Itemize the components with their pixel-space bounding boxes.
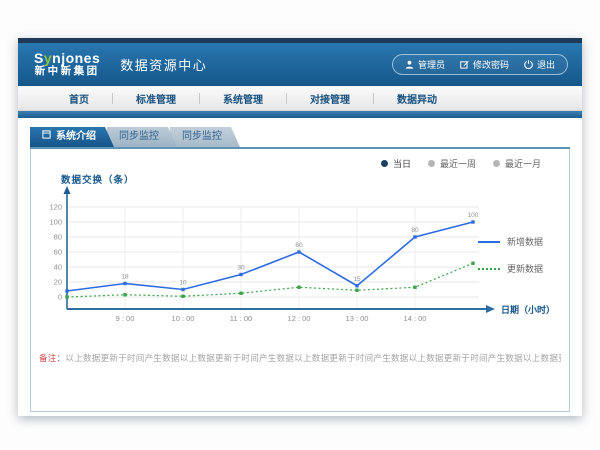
- radio-last-week[interactable]: 最近一周: [428, 157, 476, 170]
- document-icon: [42, 127, 51, 147]
- nav-item-system-mgmt[interactable]: 系统管理: [200, 91, 286, 106]
- radio-dot: [381, 160, 388, 167]
- legend-label: 新增数据: [507, 235, 543, 248]
- app-header: Synjones 新中新集团 数据资源中心 管理员 修改密码: [18, 43, 582, 86]
- svg-text:80: 80: [411, 227, 419, 234]
- svg-text:100: 100: [468, 212, 479, 219]
- edit-icon: [460, 60, 469, 69]
- admin-user-label: 管理员: [418, 58, 445, 71]
- svg-text:14 : 00: 14 : 00: [404, 314, 427, 323]
- svg-text:日期（小时）: 日期（小时）: [501, 304, 555, 315]
- tab-label: 同步监控: [182, 131, 222, 142]
- tab-sync-monitor-2[interactable]: 同步监控: [170, 127, 240, 147]
- dotted-line-swatch: [478, 268, 500, 270]
- chart-legend: 新增数据 更新数据: [478, 235, 543, 275]
- nav-item-home[interactable]: 首页: [46, 91, 112, 106]
- legend-item-new-data[interactable]: 新增数据: [478, 235, 543, 248]
- main-nav: 首页 标准管理 系统管理 对接管理 数据异动: [18, 86, 582, 111]
- legend-item-update-data[interactable]: 更新数据: [478, 262, 543, 275]
- radio-label: 最近一周: [440, 157, 476, 170]
- solid-line-swatch: [478, 241, 500, 243]
- content-area: 系统介绍 同步监控 同步监控 当日 最近一周: [18, 118, 582, 412]
- svg-text:20: 20: [54, 278, 62, 287]
- user-icon: [405, 60, 414, 69]
- radio-last-month[interactable]: 最近一月: [493, 157, 541, 170]
- tab-bar: 系统介绍 同步监控 同步监控: [30, 127, 582, 147]
- tab-system-intro[interactable]: 系统介绍: [30, 127, 114, 147]
- svg-text:10 : 00: 10 : 00: [172, 314, 195, 323]
- nav-item-standard-mgmt[interactable]: 标准管理: [113, 91, 199, 106]
- svg-text:100: 100: [49, 218, 62, 227]
- user-toolbar: 管理员 修改密码 退出: [392, 54, 568, 75]
- change-password-label: 修改密码: [473, 58, 509, 71]
- logout-button[interactable]: 退出: [524, 58, 555, 71]
- radio-label: 最近一月: [505, 157, 541, 170]
- page-title: 数据资源中心: [120, 55, 207, 74]
- nav-item-data-change[interactable]: 数据异动: [374, 91, 460, 106]
- radio-today[interactable]: 当日: [381, 157, 411, 170]
- chart-panel: 当日 最近一周 最近一月 数据交换（条） 0 20 40 60 80 100 120 9 : …: [30, 149, 570, 412]
- svg-text:15: 15: [353, 276, 361, 283]
- company-logo: Synjones 新中新集团: [34, 51, 100, 78]
- nav-accent-strip: [18, 111, 582, 118]
- tab-label: 同步监控: [119, 131, 159, 142]
- svg-text:40: 40: [54, 263, 62, 272]
- svg-text:80: 80: [54, 233, 62, 242]
- legend-label: 更新数据: [507, 262, 543, 275]
- logout-label: 退出: [537, 58, 555, 71]
- logo-subtitle: 新中新集团: [34, 66, 100, 78]
- time-range-radio-group: 当日 最近一周 最近一月: [381, 157, 541, 170]
- radio-dot: [428, 160, 435, 167]
- nav-item-interface-mgmt[interactable]: 对接管理: [287, 91, 373, 106]
- svg-text:0: 0: [58, 293, 62, 302]
- radio-label: 当日: [393, 157, 411, 170]
- svg-text:60: 60: [54, 248, 62, 257]
- svg-text:30: 30: [237, 265, 245, 272]
- tab-sync-monitor-1[interactable]: 同步监控: [107, 127, 177, 147]
- tab-label: 系统介绍: [56, 127, 96, 147]
- logo-accent-letter: y: [44, 50, 52, 66]
- y-axis-title: 数据交换（条）: [61, 172, 135, 186]
- svg-text:10: 10: [179, 280, 187, 287]
- svg-text:120: 120: [49, 203, 62, 212]
- footnote-text: 以上数据更新于时间产生数据以上数据更新于时间产生数据以上数据更新于时间产生数据以…: [65, 353, 561, 363]
- radio-dot: [493, 160, 500, 167]
- footnote: 备注：以上数据更新于时间产生数据以上数据更新于时间产生数据以上数据更新于时间产生…: [39, 352, 561, 364]
- svg-text:13 : 00: 13 : 00: [346, 314, 369, 323]
- svg-text:9 : 00: 9 : 00: [116, 314, 135, 323]
- footnote-prefix: 备注：: [39, 353, 65, 363]
- power-icon: [524, 60, 533, 69]
- svg-text:11 : 00: 11 : 00: [230, 314, 252, 323]
- svg-text:60: 60: [295, 242, 303, 249]
- svg-text:12 : 00: 12 : 00: [288, 314, 311, 323]
- change-password-button[interactable]: 修改密码: [460, 58, 509, 71]
- svg-text:18: 18: [121, 274, 129, 281]
- app-window: Synjones 新中新集团 数据资源中心 管理员 修改密码: [18, 38, 582, 416]
- page: Synjones 新中新集团 数据资源中心 管理员 修改密码: [0, 0, 600, 450]
- admin-user-button[interactable]: 管理员: [405, 58, 445, 71]
